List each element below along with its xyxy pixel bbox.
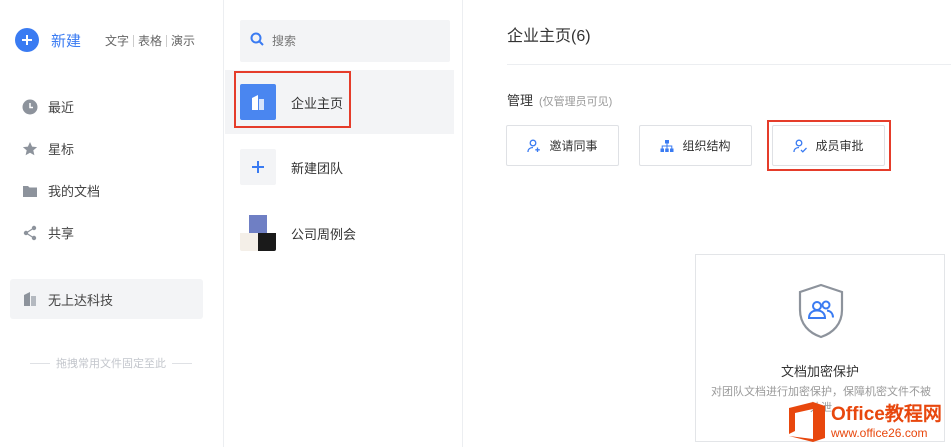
list-item-weekly-meeting[interactable]: 公司周例会	[225, 201, 454, 265]
list-item-label: 新建团队	[291, 160, 344, 176]
sidebar-item-label: 最近	[48, 100, 75, 115]
sidebar-item-label: 我的文档	[48, 184, 101, 199]
button-label: 组织结构	[682, 139, 731, 153]
watermark: Office教程网 www.office26.com	[787, 396, 951, 447]
new-button[interactable]: 新建	[15, 28, 81, 52]
divider	[166, 34, 168, 47]
highlight-box	[767, 120, 891, 171]
watermark-text: Office教程网 www.office26.com	[831, 404, 942, 440]
share-icon	[22, 225, 38, 241]
watermark-url: www.office26.com	[831, 425, 928, 440]
quick-sheet[interactable]: 表格	[138, 32, 162, 49]
add-user-icon	[527, 139, 541, 153]
star-icon	[22, 141, 38, 157]
sidebar-item-my-docs[interactable]: 我的文档	[22, 181, 100, 200]
list-item-label: 公司周例会	[291, 226, 357, 242]
team-avatar	[240, 215, 276, 251]
search-icon	[250, 32, 264, 51]
search-box[interactable]	[240, 20, 450, 62]
card-title: 文档加密保护	[780, 364, 859, 379]
sidebar-item-label: 星标	[48, 142, 75, 157]
list-item-new-team[interactable]: 新建团队	[225, 135, 454, 199]
clock-icon	[22, 99, 38, 115]
plus-icon	[240, 149, 276, 185]
search-input[interactable]	[272, 34, 432, 48]
sidebar-item-recent[interactable]: 最近	[22, 97, 74, 116]
sidebar-item-team[interactable]: 无上达科技	[10, 279, 203, 319]
org-chart-icon	[660, 139, 674, 153]
divider	[133, 34, 135, 47]
highlight-box	[234, 71, 351, 128]
invite-colleague-button[interactable]: 邀请同事	[506, 125, 619, 166]
shield-icon	[796, 283, 846, 344]
team-list-panel: 企业主页 新建团队 公司周例会	[225, 0, 463, 447]
quick-text[interactable]: 文字	[105, 32, 129, 49]
folder-icon	[22, 183, 38, 199]
office-logo-icon	[787, 400, 827, 444]
divider	[172, 362, 192, 364]
app-window: 新建 文字 表格 演示 最近 星标 我的文档 共享 无上达科技 拖拽常用文件固定…	[0, 0, 951, 447]
pin-hint-text: 拖拽常用文件固定至此	[56, 358, 166, 370]
sidebar-item-starred[interactable]: 星标	[22, 139, 74, 158]
button-label: 邀请同事	[549, 139, 598, 153]
new-label: 新建	[51, 32, 82, 50]
manage-label: 管理	[507, 93, 534, 108]
quick-create: 文字 表格 演示	[105, 32, 195, 49]
pin-hint: 拖拽常用文件固定至此	[24, 355, 198, 371]
plus-icon	[15, 28, 39, 52]
sidebar-item-shared[interactable]: 共享	[22, 223, 74, 242]
sidebar-item-label: 共享	[48, 226, 75, 241]
divider	[507, 64, 951, 65]
quick-slides[interactable]: 演示	[171, 32, 195, 49]
manage-heading: 管理 (仅管理员可见)	[507, 90, 612, 109]
page-title: 企业主页(6)	[507, 28, 591, 45]
sidebar: 新建 文字 表格 演示 最近 星标 我的文档 共享 无上达科技 拖拽常用文件固定…	[0, 0, 224, 447]
watermark-brand: Office教程网	[831, 403, 942, 425]
main-content: 企业主页(6) 管理 (仅管理员可见) 邀请同事 组织结构 成员审批 文档加密保…	[464, 0, 951, 447]
divider	[30, 362, 50, 364]
team-label: 无上达科技	[48, 292, 114, 308]
building-icon	[22, 291, 38, 307]
org-structure-button[interactable]: 组织结构	[639, 125, 752, 166]
manage-note: (仅管理员可见)	[539, 96, 613, 108]
